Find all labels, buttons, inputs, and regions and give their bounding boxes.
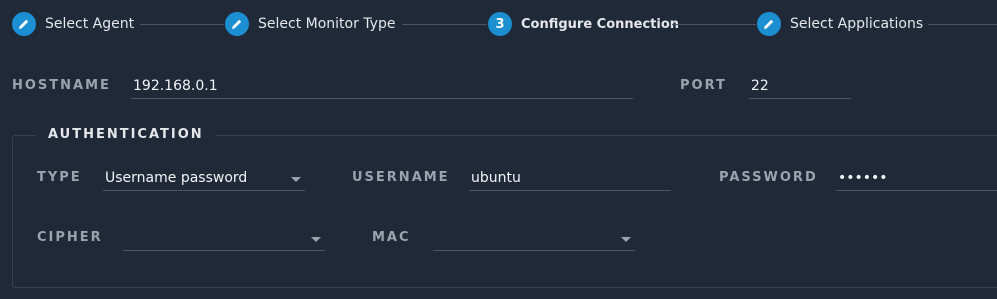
step-connector [402,24,487,25]
mac-label: MAC [372,230,411,245]
stepper: Select Agent Select Monitor Type 3 Confi… [0,0,997,48]
chevron-down-icon [311,237,321,242]
step-number-text: 3 [495,16,505,32]
step-select-monitor-type[interactable]: Select Monitor Type [225,12,395,36]
password-label: PASSWORD [719,170,818,185]
pencil-icon [225,12,249,36]
authentication-legend: AUTHENTICATION [36,127,216,142]
authentication-fieldset [12,135,997,288]
port-input[interactable]: 22 [749,75,851,99]
cipher-label: CIPHER [37,230,103,245]
chevron-down-icon [621,237,631,242]
hostname-label: HOSTNAME [12,78,111,93]
step-label: Select Agent [45,16,135,32]
cipher-select[interactable] [123,227,325,251]
step-number: 3 [488,12,512,36]
hostname-input[interactable]: 192.168.0.1 [131,75,633,99]
step-connector [928,24,997,25]
pencil-icon [12,12,36,36]
type-select[interactable]: Username password [103,167,305,191]
pencil-icon [757,12,781,36]
step-select-agent[interactable]: Select Agent [12,12,134,36]
step-label: Select Applications [790,16,924,32]
username-label: USERNAME [352,170,450,185]
chevron-down-icon [291,177,301,182]
type-select-value: Username password [105,170,248,186]
password-input[interactable]: •••••• [836,167,997,191]
step-label: Select Monitor Type [258,16,396,32]
type-label: TYPE [37,170,82,185]
port-label: PORT [680,78,727,93]
step-connector [672,24,756,25]
step-select-applications[interactable]: Select Applications [757,12,923,36]
step-label: Configure Connection [521,16,680,32]
step-configure-connection[interactable]: 3 Configure Connection [488,12,679,36]
username-input[interactable]: ubuntu [469,167,671,191]
step-connector [140,24,224,25]
mac-select[interactable] [433,227,635,251]
